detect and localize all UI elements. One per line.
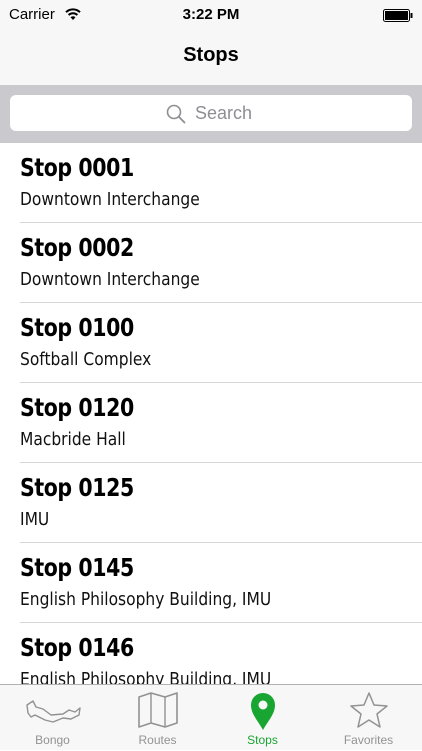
search-bar: Search bbox=[0, 85, 422, 143]
list-item[interactable]: Stop 0002 Downtown Interchange bbox=[20, 223, 422, 303]
stop-subtitle: Macbride Hall bbox=[20, 429, 126, 450]
search-placeholder: Search bbox=[195, 103, 253, 123]
stop-subtitle: English Philosophy Building, IMU bbox=[20, 669, 272, 684]
map-icon bbox=[137, 692, 178, 728]
page-title: Stops bbox=[183, 44, 239, 66]
tab-routes[interactable]: Routes bbox=[105, 685, 210, 751]
list-item[interactable]: Stop 0100 Softball Complex bbox=[20, 303, 422, 383]
tab-label: Bongo bbox=[35, 733, 70, 747]
list-item[interactable]: Stop 0145 English Philosophy Building, I… bbox=[20, 543, 422, 623]
stop-subtitle: Downtown Interchange bbox=[20, 269, 200, 290]
star-icon bbox=[349, 692, 388, 728]
stop-subtitle: Softball Complex bbox=[20, 349, 152, 370]
stop-title: Stop 0100 bbox=[20, 313, 134, 342]
stop-subtitle: IMU bbox=[20, 509, 50, 530]
stop-title: Stop 0145 bbox=[20, 553, 134, 582]
tab-label: Routes bbox=[138, 733, 177, 747]
status-bar: Carrier 3:22 PM bbox=[0, 0, 422, 30]
list-item[interactable]: Stop 0146 English Philosophy Building, I… bbox=[20, 623, 422, 684]
search-input[interactable]: Search bbox=[10, 95, 412, 131]
status-time: 3:22 PM bbox=[182, 6, 240, 23]
stop-title: Stop 0002 bbox=[20, 233, 134, 262]
stops-list: Stop 0001 Downtown Interchange Stop 0002… bbox=[0, 143, 422, 684]
search-icon bbox=[166, 104, 186, 124]
list-item[interactable]: Stop 0125 IMU bbox=[20, 463, 422, 543]
stop-subtitle: Downtown Interchange bbox=[20, 189, 200, 210]
list-item[interactable]: Stop 0120 Macbride Hall bbox=[20, 383, 422, 463]
tab-label: Favorites bbox=[343, 733, 394, 747]
navigation-bar: Stops bbox=[0, 30, 422, 85]
stop-title: Stop 0120 bbox=[20, 393, 134, 422]
tab-favorites[interactable]: Favorites bbox=[316, 685, 421, 751]
tab-bar: Bongo Routes Stops Favorites bbox=[0, 684, 422, 750]
tab-bongo[interactable]: Bongo bbox=[0, 685, 105, 751]
tab-label: Stops bbox=[247, 733, 278, 747]
list-item[interactable]: Stop 0001 Downtown Interchange bbox=[20, 143, 422, 223]
stop-subtitle: English Philosophy Building, IMU bbox=[20, 589, 272, 610]
stop-title: Stop 0146 bbox=[20, 633, 134, 662]
stop-title: Stop 0125 bbox=[20, 473, 134, 502]
bongo-map-icon bbox=[25, 700, 81, 723]
tab-stops[interactable]: Stops bbox=[210, 685, 315, 751]
stop-title: Stop 0001 bbox=[20, 153, 134, 182]
location-pin-icon bbox=[250, 693, 275, 730]
battery-icon bbox=[383, 9, 413, 22]
